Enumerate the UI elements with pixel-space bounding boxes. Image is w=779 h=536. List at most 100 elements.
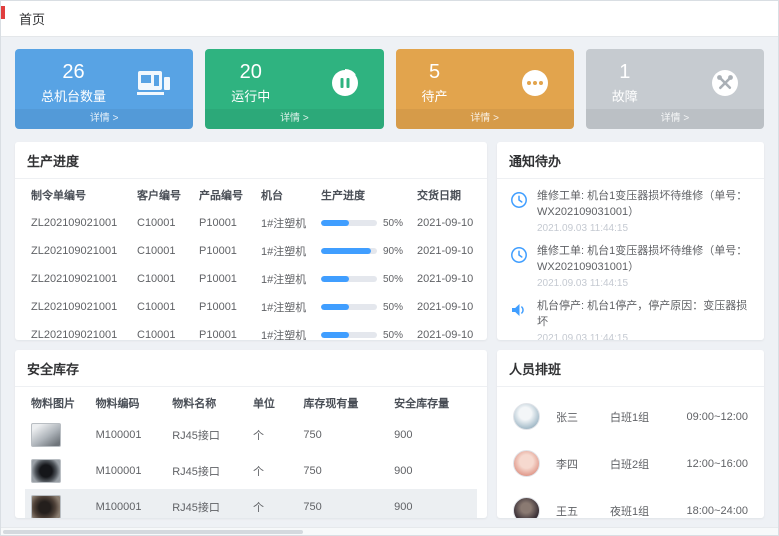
production-panel: 生产进度 制令单编号 客户编号 产品编号	[15, 142, 487, 340]
cell-product: P10001	[193, 321, 255, 340]
scrollbar-thumb[interactable]	[3, 530, 303, 534]
cell-stock: 750	[297, 489, 388, 518]
table-row: ZL202109021001 C10001 P10001 1#注塑机 90%	[25, 237, 477, 265]
topbar: 首页	[1, 1, 778, 37]
detail-link-total[interactable]: 详情 >	[15, 109, 193, 129]
notification-item[interactable]: 维修工单: 机台1变压器损坏待维修（单号：WX202109031001） 202…	[497, 238, 764, 293]
schedule-row: 李四 白班2组 12:00~16:00	[497, 440, 764, 487]
clock-icon	[509, 245, 529, 265]
cell-order: ZL202109021001	[25, 237, 131, 265]
stat-card-fault[interactable]: 1 故障 详情 >	[586, 49, 764, 129]
cell-machine: 1#注塑机	[255, 293, 315, 321]
table-row: ZL202109021001 C10001 P10001 1#注塑机 50%	[25, 293, 477, 321]
cell-name: RJ45接口	[166, 489, 247, 518]
stat-label-running: 运行中	[231, 86, 270, 105]
cell-customer: C10001	[131, 237, 193, 265]
avatar	[513, 497, 540, 518]
cell-progress: 50%	[315, 209, 411, 237]
person-time: 18:00~24:00	[687, 505, 748, 517]
progress-bar	[321, 276, 377, 282]
progress-label: 50%	[383, 330, 403, 341]
cell-stock: 750	[297, 453, 388, 489]
table-row: M100001 RJ45接口 个 750 900	[25, 417, 477, 453]
material-image-rj45	[31, 423, 61, 447]
cell-machine: 1#注塑机	[255, 237, 315, 265]
horizontal-scrollbar[interactable]	[1, 527, 778, 535]
progress-label: 50%	[383, 274, 403, 285]
cell-safety: 900	[388, 489, 477, 518]
avatar	[513, 450, 540, 477]
cell-progress: 50%	[315, 265, 411, 293]
person-shift: 白班2组	[610, 456, 682, 472]
running-icon	[328, 67, 362, 99]
cell-order: ZL202109021001	[25, 209, 131, 237]
notification-item[interactable]: 机台停产: 机台1停产，停产原因：变压器损坏 2021.09.03 11:44:…	[497, 293, 764, 340]
cell-date: 2021-09-10	[411, 209, 477, 237]
cell-code: M100001	[90, 417, 167, 453]
content: 26 总机台数量 详情 >	[1, 37, 778, 518]
progress-bar	[321, 332, 377, 338]
cell-date: 2021-09-10	[411, 237, 477, 265]
cell-safety: 900	[388, 453, 477, 489]
cell-machine: 1#注塑机	[255, 265, 315, 293]
cell-progress: 50%	[315, 321, 411, 340]
cell-customer: C10001	[131, 209, 193, 237]
col-machine: 机台	[255, 179, 315, 209]
col-progress: 生产进度	[315, 179, 411, 209]
notification-text: 维修工单: 机台1变压器损坏待维修（单号：WX202109031001）	[537, 189, 752, 221]
col-code: 物料编码	[90, 387, 167, 417]
left-accent	[1, 6, 5, 19]
stat-cards: 26 总机台数量 详情 >	[15, 49, 764, 129]
col-order: 制令单编号	[25, 179, 131, 209]
stat-value-fault: 1	[612, 61, 638, 83]
progress-bar	[321, 220, 377, 226]
cell-progress: 50%	[315, 293, 411, 321]
cell-customer: C10001	[131, 293, 193, 321]
production-header-row: 制令单编号 客户编号 产品编号 机台 生产进度 交货日期	[25, 179, 477, 209]
stat-card-running[interactable]: 20 运行中 详情 >	[205, 49, 383, 129]
speaker-icon	[509, 300, 529, 320]
cell-machine: 1#注塑机	[255, 321, 315, 340]
cell-product: P10001	[193, 265, 255, 293]
tab-home[interactable]: 首页	[19, 9, 45, 28]
table-row: ZL202109021001 C10001 P10001 1#注塑机 50%	[25, 321, 477, 340]
stat-card-total-machines[interactable]: 26 总机台数量 详情 >	[15, 49, 193, 129]
table-row: ZL202109021001 C10001 P10001 1#注塑机 50%	[25, 265, 477, 293]
person-shift: 夜班1组	[610, 503, 682, 519]
machine-icon	[137, 67, 171, 99]
col-name: 物料名称	[166, 387, 247, 417]
inventory-table: 物料图片 物料编码 物料名称 单位 库存现有量 安全库存量	[25, 387, 477, 518]
detail-link-running[interactable]: 详情 >	[205, 109, 383, 129]
cell-image	[25, 453, 90, 489]
stat-card-waiting[interactable]: 5 待产 详情 >	[396, 49, 574, 129]
dashboard-root: 首页 26 总机台数量	[0, 0, 779, 536]
detail-link-fault[interactable]: 详情 >	[586, 109, 764, 129]
schedule-title: 人员排班	[497, 350, 764, 387]
stat-label-fault: 故障	[612, 86, 638, 105]
notification-item[interactable]: 维修工单: 机台1变压器损坏待维修（单号：WX202109031001） 202…	[497, 183, 764, 238]
detail-link-waiting[interactable]: 详情 >	[396, 109, 574, 129]
notification-text: 机台停产: 机台1停产，停产原因：变压器损坏	[537, 299, 752, 331]
person-shift: 白班1组	[610, 409, 682, 425]
table-row: M100001 RJ45接口 个 750 900	[25, 489, 477, 518]
cell-image	[25, 489, 90, 518]
cell-unit: 个	[247, 489, 297, 518]
inventory-panel: 安全库存 物料图片 物料编码 物料名称	[15, 350, 487, 518]
progress-bar	[321, 248, 377, 254]
cell-name: RJ45接口	[166, 453, 247, 489]
cell-date: 2021-09-10	[411, 293, 477, 321]
person-name: 张三	[556, 409, 610, 425]
stat-value-waiting: 5	[422, 61, 448, 83]
cell-customer: C10001	[131, 265, 193, 293]
col-safety: 安全库存量	[388, 387, 477, 417]
person-time: 12:00~16:00	[687, 458, 748, 470]
stat-value-running: 20	[231, 61, 270, 83]
cell-product: P10001	[193, 209, 255, 237]
col-date: 交货日期	[411, 179, 477, 209]
person-time: 09:00~12:00	[687, 411, 748, 423]
material-image-speaker	[31, 459, 61, 483]
notifications-title: 通知待办	[497, 142, 764, 179]
col-unit: 单位	[247, 387, 297, 417]
stat-label-waiting: 待产	[422, 86, 448, 105]
cell-customer: C10001	[131, 321, 193, 340]
